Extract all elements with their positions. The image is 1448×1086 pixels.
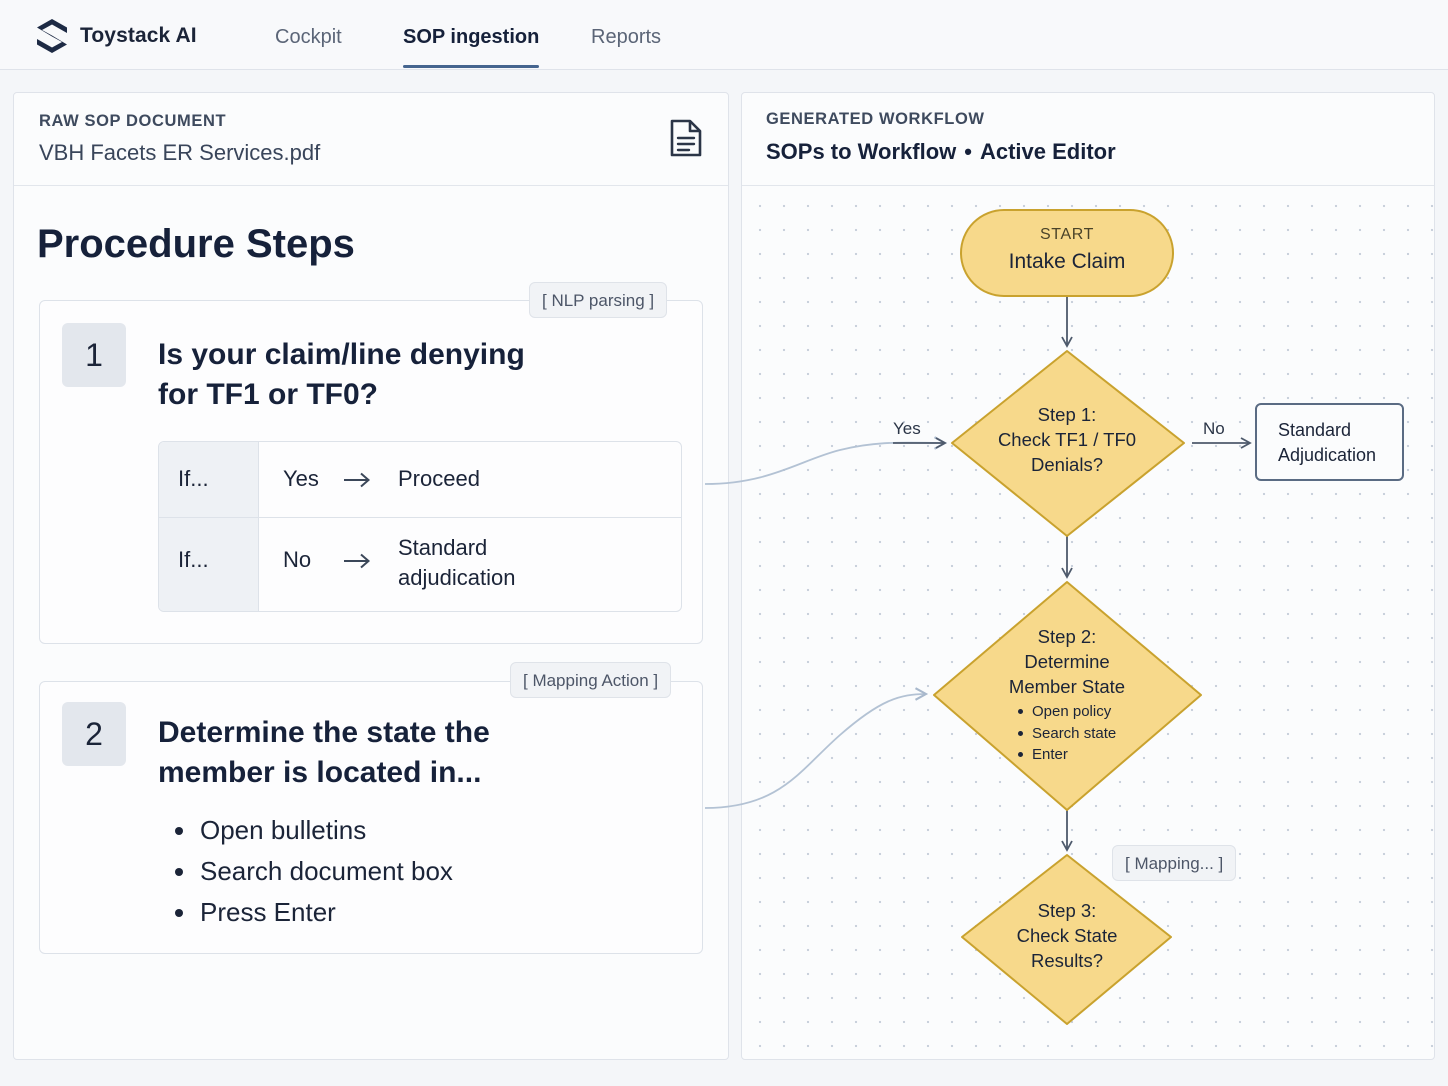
procedure-steps-heading: Procedure Steps [37, 222, 355, 266]
sop-file-name: VBH Facets ER Services.pdf [39, 140, 321, 165]
step-1-question-line2: for TF1 or TF0? [158, 378, 378, 411]
condition-table: If... Yes Proceed If... No Standard adju… [158, 441, 682, 612]
step-2-question: Determine the state the member is locate… [158, 713, 578, 793]
raw-sop-eyebrow: RAW SOP DOCUMENT [39, 112, 227, 130]
raw-sop-header: RAW SOP DOCUMENT VBH Facets ER Services.… [14, 93, 728, 186]
list-item: Search state [1017, 723, 1152, 745]
if-cell: If... [159, 518, 259, 611]
if-label: If... [178, 466, 209, 491]
mapping-action-tag: [ Mapping Action ] [510, 662, 672, 698]
step-2-question-line2: member is located in... [158, 756, 482, 789]
list-item: Search document box [170, 851, 453, 892]
node-line: Determine [1024, 651, 1110, 672]
no-edge-label: No [1203, 419, 1225, 438]
brand[interactable]: Toystack AI [34, 18, 197, 54]
condition-value: Yes [283, 466, 319, 491]
list-item: Open policy [1017, 701, 1152, 723]
tab-sop-ingestion[interactable]: SOP ingestion [403, 26, 539, 68]
workflow-title-text: SOPs to Workflow [766, 139, 957, 164]
step-number-badge: 1 [62, 323, 126, 387]
if-label: If... [178, 547, 209, 572]
arrow-right-icon [344, 553, 371, 569]
title-separator: • [964, 139, 972, 164]
node-line: Member State [1008, 676, 1126, 697]
node-line: Step 1: [1037, 404, 1097, 425]
standard-adjudication-text: Standard Adjudication [1278, 418, 1376, 468]
step-3-node[interactable]: Step 3: Check State Results? [982, 898, 1152, 973]
node-line: Results? [1031, 950, 1103, 971]
step-2-question-line1: Determine the state the [158, 716, 490, 749]
document-icon[interactable] [669, 118, 703, 158]
node-line: Standard [1278, 420, 1352, 440]
start-node[interactable]: START Intake Claim [961, 226, 1173, 274]
node-line: Step 2: [1037, 626, 1097, 647]
node-line: Step 3: [1037, 900, 1097, 921]
result-line2: adjudication [398, 565, 516, 590]
step-1-question: Is your claim/line denying for TF1 or TF… [158, 335, 578, 415]
condition-row[interactable]: If... No Standard adjudication [159, 518, 681, 611]
workflow-title: SOPs to Workflow • Active Editor [766, 139, 1116, 165]
mapping-progress-tag: [ Mapping... ] [1112, 845, 1237, 881]
step-number-badge: 2 [62, 702, 126, 766]
step-2-node[interactable]: Step 2: Determine Member State Open poli… [982, 624, 1152, 766]
step-1-question-line1: Is your claim/line denying [158, 338, 525, 371]
step-2-action-list: Open bulletins Search document box Press… [170, 810, 453, 933]
list-item: Press Enter [170, 892, 453, 933]
step-card-2[interactable]: 2 Determine the state the member is loca… [39, 681, 703, 954]
result-line1: Proceed [398, 466, 480, 491]
step-1-node[interactable]: Step 1: Check TF1 / TF0 Denials? [982, 402, 1152, 477]
nlp-parsing-tag: [ NLP parsing ] [529, 282, 668, 318]
condition-result: Proceed [398, 464, 638, 494]
list-item: Enter [1017, 744, 1152, 766]
arrow-right-icon [344, 472, 371, 488]
workflow-eyebrow: GENERATED WORKFLOW [766, 110, 985, 128]
start-title: Intake Claim [1008, 250, 1126, 273]
tab-reports[interactable]: Reports [591, 26, 661, 68]
step-card-1[interactable]: 1 Is your claim/line denying for TF1 or … [39, 300, 703, 644]
toystack-logo-icon [37, 19, 67, 53]
top-nav-bar: Toystack AI Cockpit SOP ingestion Report… [0, 0, 1448, 70]
yes-edge-label: Yes [893, 419, 921, 438]
if-cell: If... [159, 442, 259, 517]
start-label: START [1040, 226, 1094, 243]
result-line1: Standard [398, 535, 488, 560]
tab-cockpit[interactable]: Cockpit [275, 26, 342, 68]
condition-value: No [283, 547, 312, 572]
node-line: Check State [1016, 925, 1118, 946]
active-tab-indicator [403, 65, 539, 68]
brand-name: Toystack AI [80, 24, 197, 47]
node-line: Adjudication [1278, 445, 1377, 465]
list-item: Open bulletins [170, 810, 453, 851]
node-line: Check TF1 / TF0 [997, 429, 1137, 450]
editor-mode: Active Editor [979, 139, 1116, 164]
standard-adjudication-node[interactable]: Standard Adjudication [1255, 403, 1404, 481]
workflow-header: GENERATED WORKFLOW SOPs to Workflow • Acti… [742, 93, 1434, 186]
step-2-item-list: Open policy Search state Enter [1017, 701, 1152, 766]
node-line: Denials? [1031, 454, 1103, 475]
condition-result: Standard adjudication [398, 533, 638, 593]
condition-row[interactable]: If... Yes Proceed [159, 442, 681, 518]
